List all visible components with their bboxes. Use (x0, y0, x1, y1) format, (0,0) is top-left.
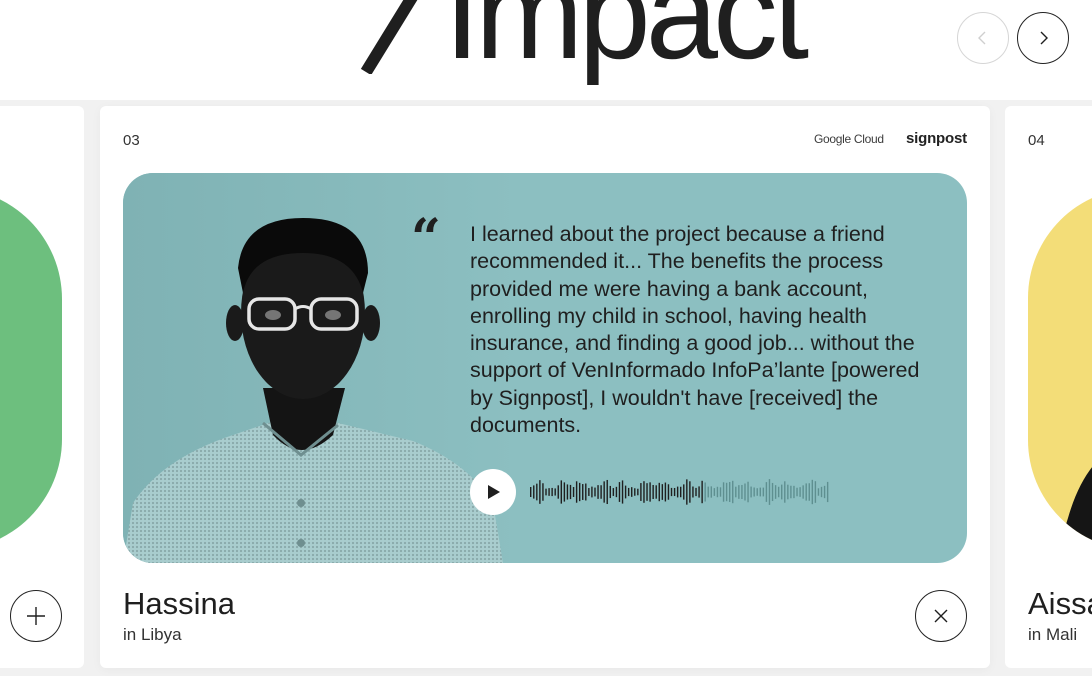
google-cloud-logo: Google Cloud (814, 132, 884, 146)
page-title: Impact (444, 0, 809, 86)
previous-button[interactable] (957, 12, 1009, 64)
portrait-photo (123, 173, 518, 563)
next-portrait (1058, 467, 1092, 550)
story-index: 03 (123, 132, 140, 149)
next-person-name: Aissa (1028, 586, 1092, 621)
impact-heading: Impact (326, 0, 809, 86)
signpost-logo: signpost (906, 130, 967, 147)
arrow-right-icon (326, 0, 418, 74)
audio-waveform[interactable] (530, 473, 830, 511)
story-panel: “ I learned about the project because a … (123, 173, 967, 563)
testimonial-quote: I learned about the project because a fr… (470, 222, 920, 438)
next-story-image (1028, 188, 1092, 550)
close-button[interactable] (915, 590, 967, 642)
next-story-index: 04 (1028, 132, 1045, 149)
person-name: Hassina (123, 586, 235, 621)
quote-icon: “ (411, 208, 441, 269)
close-icon (934, 609, 948, 623)
page-header: Impact (0, 0, 1092, 100)
person-location: in Libya (123, 625, 182, 644)
previous-story-image (0, 188, 62, 550)
play-button[interactable] (470, 469, 516, 515)
story-card: 03 Google Cloud signpost “ I learned abo… (100, 106, 990, 668)
play-icon (488, 485, 500, 499)
chevron-right-icon (1040, 31, 1048, 45)
plus-icon (27, 607, 45, 625)
previous-story-card[interactable] (0, 106, 84, 668)
next-story-card[interactable]: 04 Aissa in Mali (1005, 106, 1092, 668)
next-button[interactable] (1017, 12, 1069, 64)
next-person-location: in Mali (1028, 625, 1078, 644)
expand-button[interactable] (10, 590, 62, 642)
chevron-left-icon (978, 31, 986, 45)
